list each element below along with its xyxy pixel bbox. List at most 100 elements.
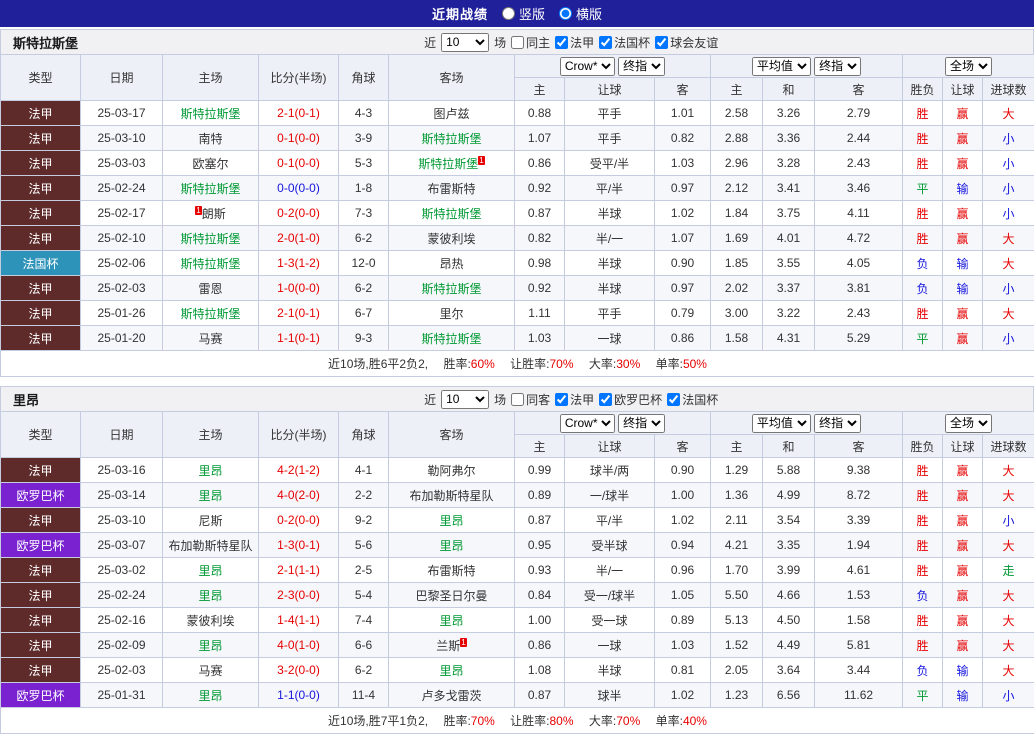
- team-link[interactable]: 蒙彼利埃: [186, 614, 234, 628]
- league-checkbox-2[interactable]: [655, 35, 669, 49]
- same-venue-checkbox[interactable]: [511, 35, 525, 49]
- avg-away-cell: 1.94: [813, 532, 904, 558]
- avg-stage-select[interactable]: 终指: [814, 56, 862, 76]
- team-link[interactable]: 图卢兹: [433, 107, 469, 121]
- team-link[interactable]: 里昂: [439, 614, 463, 628]
- score-link[interactable]: 4-0(1-0): [277, 638, 320, 652]
- league-checkbox-1[interactable]: [599, 392, 613, 406]
- team-link[interactable]: 1朗斯: [195, 205, 226, 221]
- league-checkbox-0[interactable]: [555, 35, 569, 49]
- team-link[interactable]: 里昂: [439, 539, 463, 553]
- team-link[interactable]: 里昂: [439, 664, 463, 678]
- league-checkbox-1[interactable]: [599, 35, 613, 49]
- score-link[interactable]: 1-1(0-1): [277, 331, 320, 345]
- score-link[interactable]: 2-0(1-0): [277, 231, 320, 245]
- score-link[interactable]: 0-2(0-0): [277, 513, 320, 527]
- team-link[interactable]: 里昂: [198, 589, 222, 603]
- team-link[interactable]: 里昂: [198, 639, 222, 653]
- avg-stage-select[interactable]: 终指: [814, 413, 862, 433]
- score-link[interactable]: 1-1(0-0): [277, 688, 320, 702]
- team-link[interactable]: 里昂: [198, 489, 222, 503]
- fulltime-select[interactable]: 全场: [945, 56, 993, 76]
- team-link[interactable]: 马赛: [198, 332, 222, 346]
- corner-cell: 9-3: [338, 325, 389, 351]
- team-link[interactable]: 马赛: [198, 664, 222, 678]
- layout-radio-vertical[interactable]: 竖版: [501, 4, 545, 23]
- fulltime-select[interactable]: 全场: [945, 413, 993, 433]
- horizontal-radio[interactable]: [559, 7, 572, 20]
- match-date-cell: 25-02-24: [80, 582, 163, 608]
- team-link[interactable]: 斯特拉斯堡1: [418, 155, 485, 171]
- score-link[interactable]: 0-1(0-0): [277, 131, 320, 145]
- team-link[interactable]: 里尔: [439, 307, 463, 321]
- score-link[interactable]: 0-1(0-0): [277, 156, 320, 170]
- score-link[interactable]: 1-0(0-0): [277, 281, 320, 295]
- team-link[interactable]: 雷恩: [198, 282, 222, 296]
- league-filter-0[interactable]: 法甲: [555, 34, 594, 51]
- team-link[interactable]: 布加勒斯特星队: [168, 539, 252, 553]
- score-link[interactable]: 1-3(0-1): [277, 538, 320, 552]
- team-link[interactable]: 蒙彼利埃: [427, 232, 475, 246]
- league-filter-1[interactable]: 法国杯: [599, 34, 650, 51]
- team-link[interactable]: 欧塞尔: [192, 157, 228, 171]
- score-link[interactable]: 0-2(0-0): [277, 206, 320, 220]
- team-link[interactable]: 昂热: [439, 257, 463, 271]
- team-link[interactable]: 斯特拉斯堡: [180, 257, 240, 271]
- score-link[interactable]: 2-1(1-1): [277, 563, 320, 577]
- team-link[interactable]: 里昂: [198, 464, 222, 478]
- team-link[interactable]: 斯特拉斯堡: [421, 282, 481, 296]
- team-link[interactable]: 斯特拉斯堡: [180, 182, 240, 196]
- odds-stage-select[interactable]: 终指: [618, 56, 666, 76]
- match-count-select[interactable]: 10: [441, 32, 490, 52]
- score-link[interactable]: 3-2(0-0): [277, 663, 320, 677]
- team-link[interactable]: 尼斯: [198, 514, 222, 528]
- team-link[interactable]: 里昂: [198, 689, 222, 703]
- match-count-select[interactable]: 10: [441, 389, 490, 409]
- same-venue-checkbox[interactable]: [511, 392, 525, 406]
- team-link[interactable]: 勒阿弗尔: [427, 464, 475, 478]
- team-link[interactable]: 布加勒斯特星队: [409, 489, 493, 503]
- avg-draw-cell: 5.88: [762, 457, 815, 483]
- team-link[interactable]: 斯特拉斯堡: [421, 207, 481, 221]
- team-link[interactable]: 斯特拉斯堡: [180, 232, 240, 246]
- team-link[interactable]: 斯特拉斯堡: [180, 307, 240, 321]
- score-link[interactable]: 4-2(1-2): [277, 463, 320, 477]
- league-label-2: 法国杯: [682, 392, 719, 407]
- team-link[interactable]: 卢多戈雷茨: [421, 689, 481, 703]
- team-link[interactable]: 兰斯1: [436, 637, 467, 653]
- odds-away-cell: 0.96: [654, 557, 711, 583]
- team-link[interactable]: 斯特拉斯堡: [421, 332, 481, 346]
- europe-odds-group: 平均值 终指: [709, 54, 904, 78]
- league-filter-0[interactable]: 法甲: [555, 391, 594, 408]
- vertical-radio[interactable]: [501, 7, 515, 20]
- score-link[interactable]: 1-3(1-2): [277, 256, 320, 270]
- score-link[interactable]: 4-0(2-0): [277, 488, 320, 502]
- league-filter-2[interactable]: 法国杯: [667, 391, 718, 408]
- avg-odds-select[interactable]: 平均值: [751, 413, 811, 433]
- odds-company-select[interactable]: Crow*: [559, 56, 615, 76]
- team-link[interactable]: 里昂: [439, 514, 463, 528]
- league-filter-2[interactable]: 球会友谊: [655, 34, 718, 51]
- avg-odds-select[interactable]: 平均值: [751, 56, 811, 76]
- odds-company-select[interactable]: Crow*: [559, 413, 615, 433]
- same-venue-filter[interactable]: 同主: [511, 34, 550, 51]
- team-link[interactable]: 里昂: [198, 564, 222, 578]
- score-link[interactable]: 0-0(0-0): [277, 181, 320, 195]
- odds-stage-select[interactable]: 终指: [618, 413, 666, 433]
- team-link[interactable]: 布雷斯特: [427, 182, 475, 196]
- league-checkbox-0[interactable]: [555, 392, 569, 406]
- team-link[interactable]: 南特: [198, 132, 222, 146]
- same-venue-filter[interactable]: 同客: [511, 391, 550, 408]
- league-filter-1[interactable]: 欧罗巴杯: [599, 391, 662, 408]
- team-link[interactable]: 巴黎圣日尔曼: [415, 589, 487, 603]
- result-winloss-cell: 胜: [902, 557, 944, 583]
- league-checkbox-2[interactable]: [667, 392, 681, 406]
- team-link[interactable]: 布雷斯特: [427, 564, 475, 578]
- score-link[interactable]: 2-1(0-1): [277, 106, 320, 120]
- layout-radio-horizontal[interactable]: 横版: [559, 4, 602, 23]
- score-link[interactable]: 2-3(0-0): [277, 588, 320, 602]
- score-link[interactable]: 1-4(1-1): [277, 613, 320, 627]
- team-link[interactable]: 斯特拉斯堡: [421, 132, 481, 146]
- team-link[interactable]: 斯特拉斯堡: [180, 107, 240, 121]
- score-link[interactable]: 2-1(0-1): [277, 306, 320, 320]
